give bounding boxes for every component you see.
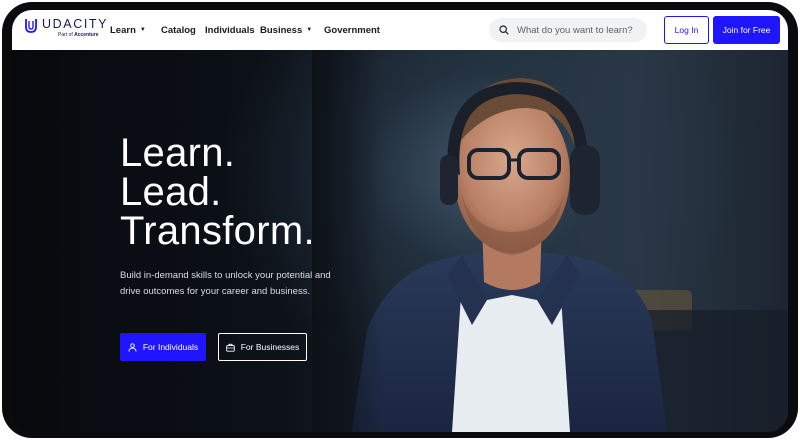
login-button[interactable]: Log In (664, 16, 709, 44)
chevron-down-icon: ▼ (306, 27, 313, 33)
user-icon (128, 342, 137, 352)
for-businesses-button[interactable]: For Businesses (218, 333, 307, 361)
udacity-logo[interactable]: UDACITY Part of Accenture (24, 18, 108, 38)
for-businesses-label: For Businesses (240, 342, 300, 352)
nav-business-label: Business (260, 24, 303, 36)
chevron-down-icon: ▼ (139, 27, 146, 33)
nav-learn-label: Learn (110, 24, 136, 36)
for-individuals-button[interactable]: For Individuals (120, 333, 206, 361)
hero-section: Learn. Lead. Transform. Build in-demand … (12, 50, 788, 432)
nav-catalog[interactable]: Catalog (161, 10, 196, 50)
hero-subtext: Build in-demand skills to unlock your po… (120, 270, 331, 297)
headline-line-1: Learn. (120, 131, 236, 175)
headline-line-2: Lead. (120, 170, 222, 214)
hero-photo-man-with-headphones (312, 50, 788, 432)
join-free-button[interactable]: Join for Free (713, 16, 780, 44)
hero-headline: Learn. Lead. Transform. (120, 131, 315, 253)
brand-tagline: Part of Accenture (58, 31, 99, 38)
search-bar[interactable] (489, 18, 647, 42)
nav-government[interactable]: Government (324, 10, 380, 50)
search-icon (499, 25, 509, 35)
nav-learn[interactable]: Learn ▼ (110, 10, 146, 50)
udacity-logo-icon (25, 19, 37, 33)
for-individuals-label: For Individuals (142, 342, 199, 352)
top-navbar: UDACITY Part of Accenture Learn ▼ Catalo… (12, 10, 788, 50)
nav-government-label: Government (324, 24, 380, 36)
search-input[interactable] (517, 24, 637, 36)
browser-viewport: UDACITY Part of Accenture Learn ▼ Catalo… (12, 10, 788, 432)
nav-business[interactable]: Business ▼ (260, 10, 312, 50)
headline-line-3: Transform. (120, 209, 315, 253)
nav-individuals[interactable]: Individuals (205, 10, 255, 50)
nav-individuals-label: Individuals (205, 24, 255, 36)
device-frame: UDACITY Part of Accenture Learn ▼ Catalo… (2, 2, 798, 438)
brand-name: UDACITY (42, 17, 109, 31)
nav-catalog-label: Catalog (161, 24, 196, 36)
briefcase-icon (225, 343, 235, 352)
